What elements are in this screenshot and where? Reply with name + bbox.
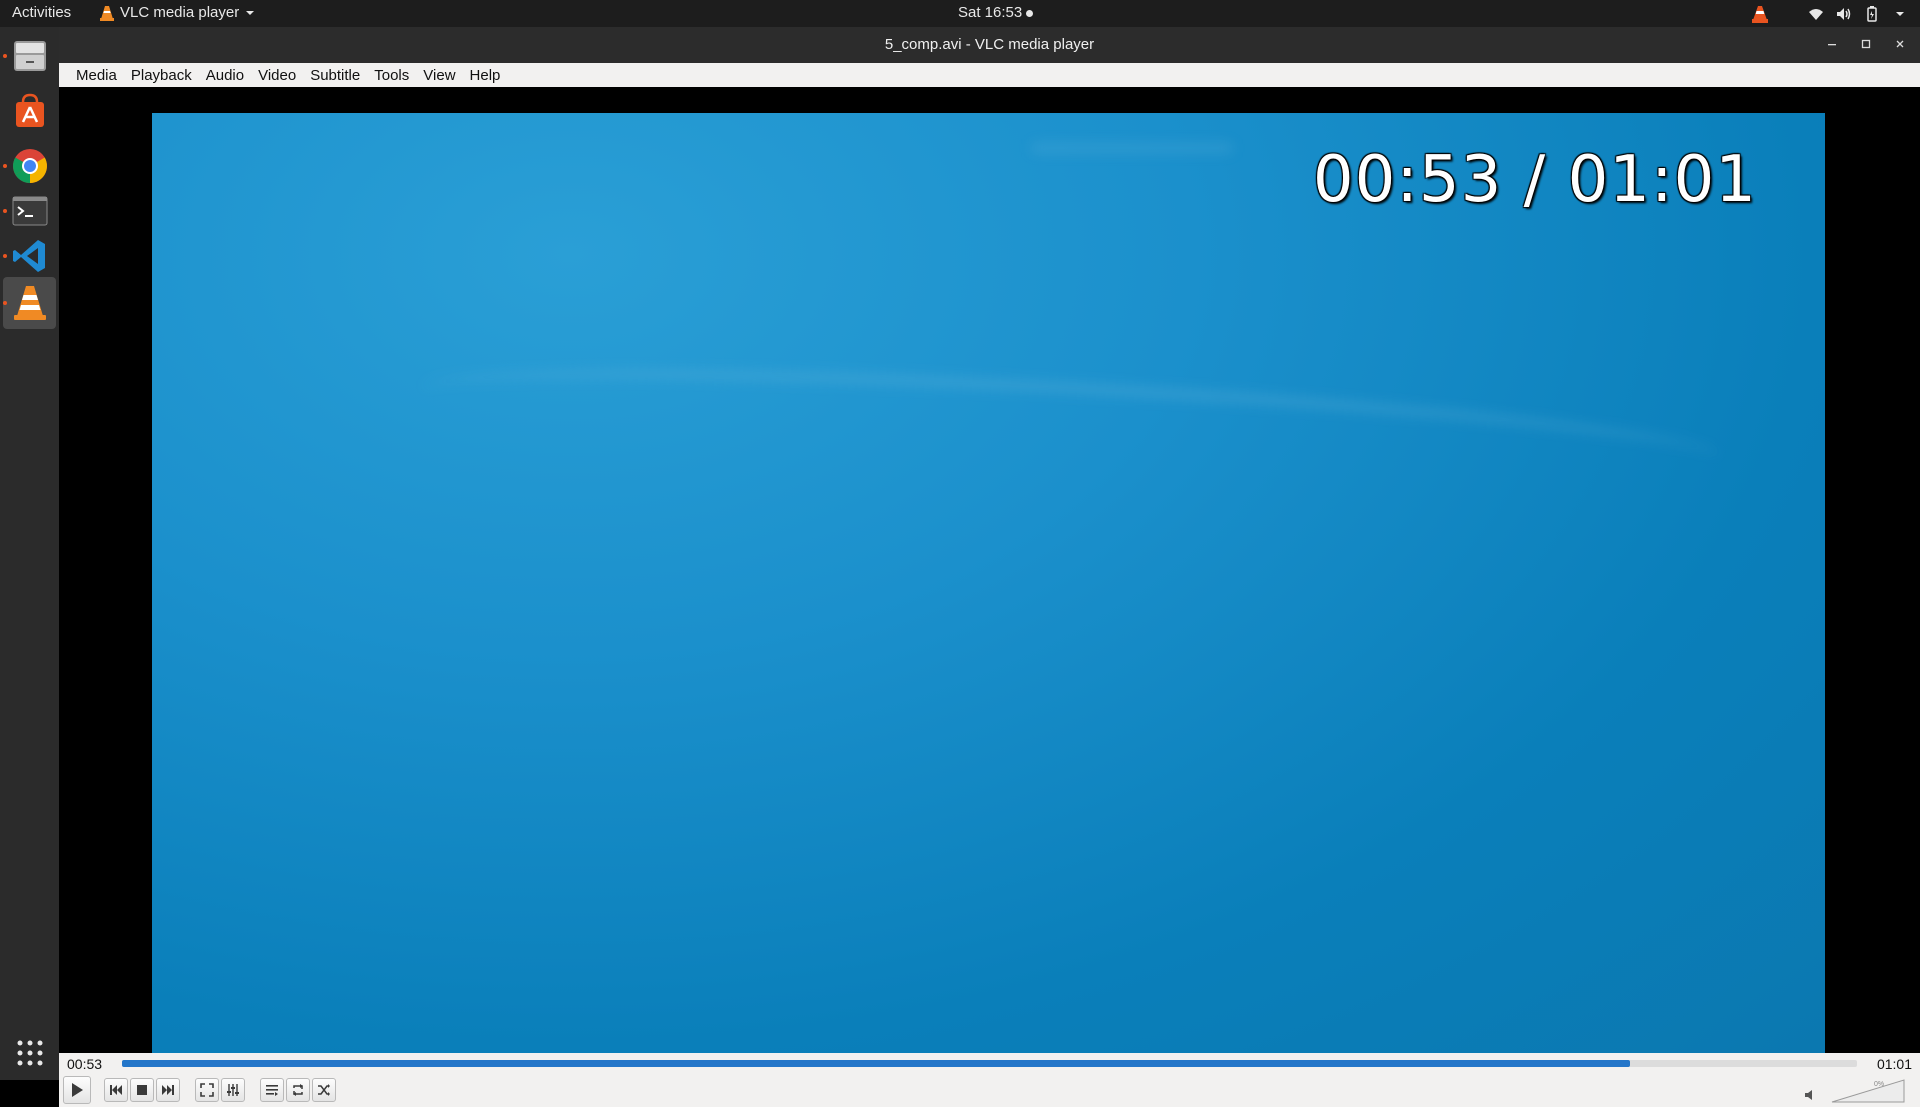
- vlc-window: 5_comp.avi - VLC media player Media Play…: [59, 27, 1920, 1107]
- menu-bar: Media Playback Audio Video Subtitle Tool…: [59, 63, 1920, 87]
- menu-audio[interactable]: Audio: [199, 67, 251, 84]
- top-bar: Activities VLC media player Sat 16:53: [0, 0, 1920, 27]
- vlc-tray-icon[interactable]: [1752, 5, 1768, 23]
- seek-slider[interactable]: [122, 1060, 1857, 1067]
- elapsed-time[interactable]: 00:53: [67, 1056, 102, 1072]
- title-bar[interactable]: 5_comp.avi - VLC media player: [59, 27, 1920, 63]
- running-indicator: [3, 209, 7, 213]
- clock-label: Sat 16:53: [958, 4, 1023, 21]
- loop-icon: [293, 1084, 303, 1096]
- chevron-down-icon: [246, 10, 255, 15]
- volume-icon[interactable]: [1836, 6, 1852, 22]
- dock-item-files[interactable]: [3, 30, 56, 82]
- app-menu[interactable]: VLC media player: [100, 4, 255, 21]
- minimize-button[interactable]: [1822, 33, 1842, 55]
- menu-subtitle[interactable]: Subtitle: [303, 67, 367, 84]
- maximize-button[interactable]: [1856, 33, 1876, 55]
- shuffle-button[interactable]: [312, 1078, 336, 1102]
- vlc-cone-icon: [13, 286, 46, 320]
- stop-button[interactable]: [130, 1078, 154, 1102]
- loop-button[interactable]: [286, 1078, 310, 1102]
- button-row: 0%: [59, 1073, 1920, 1107]
- seek-row: 00:53 01:01: [59, 1053, 1920, 1073]
- previous-button[interactable]: [104, 1078, 128, 1102]
- vscode-icon: [12, 240, 45, 272]
- notification-dot: [1026, 9, 1034, 17]
- minimize-icon: [1828, 44, 1836, 46]
- show-apps-icon: [17, 1040, 42, 1066]
- close-icon: [1896, 40, 1904, 48]
- activities-button[interactable]: Activities: [12, 4, 71, 21]
- volume-track: [1831, 1079, 1905, 1103]
- running-indicator: [3, 164, 7, 168]
- video-streak: [1032, 143, 1232, 153]
- menu-view[interactable]: View: [416, 67, 462, 84]
- clock[interactable]: Sat 16:53: [958, 4, 1034, 21]
- menu-media[interactable]: Media: [69, 67, 124, 84]
- chrome-icon: [12, 149, 47, 183]
- file-cabinet-icon: [13, 41, 46, 71]
- fullscreen-button[interactable]: [195, 1078, 219, 1102]
- dock-item-vscode[interactable]: [3, 230, 56, 282]
- speaker-muted-icon[interactable]: [1804, 1088, 1818, 1102]
- menu-playback[interactable]: Playback: [124, 67, 199, 84]
- play-button[interactable]: [63, 1076, 91, 1104]
- video-frame: 00:53 / 01:01: [152, 113, 1825, 1053]
- menu-video[interactable]: Video: [251, 67, 303, 84]
- seek-progress: [122, 1060, 1630, 1067]
- extended-settings-button[interactable]: [221, 1078, 245, 1102]
- software-bag-icon: [15, 93, 44, 127]
- menu-tools[interactable]: Tools: [367, 67, 416, 84]
- equalizer-icon: [227, 1084, 239, 1096]
- dock: [0, 27, 59, 1080]
- video-area[interactable]: 00:53 / 01:01: [59, 87, 1920, 1053]
- wifi-icon[interactable]: [1808, 6, 1824, 22]
- osd-time-display: 00:53 / 01:01: [1312, 143, 1757, 217]
- dock-item-vlc[interactable]: [3, 277, 56, 329]
- skip-next-icon: [162, 1085, 174, 1095]
- app-menu-label: VLC media player: [120, 4, 240, 21]
- fullscreen-icon: [200, 1083, 214, 1097]
- running-indicator: [3, 301, 7, 305]
- playlist-icon: [266, 1085, 278, 1096]
- maximize-icon: [1861, 39, 1871, 49]
- system-tray[interactable]: [1752, 2, 1908, 25]
- volume-slider[interactable]: 0%: [1830, 1078, 1906, 1104]
- running-indicator: [3, 254, 7, 258]
- dock-item-ubuntu-software[interactable]: [3, 85, 56, 137]
- terminal-icon: [12, 196, 47, 226]
- dock-show-apps[interactable]: [3, 1027, 56, 1079]
- volume-control[interactable]: 0%: [1804, 1076, 1914, 1106]
- vlc-cone-icon: [100, 5, 114, 21]
- video-streak: [421, 349, 1723, 457]
- close-button[interactable]: [1890, 33, 1910, 55]
- playlist-button[interactable]: [260, 1078, 284, 1102]
- running-indicator: [3, 54, 7, 58]
- skip-previous-icon: [110, 1085, 122, 1095]
- total-time[interactable]: 01:01: [1877, 1056, 1912, 1072]
- control-bar: 00:53 01:01 0%: [59, 1053, 1920, 1107]
- play-icon: [72, 1083, 83, 1097]
- battery-icon[interactable]: [1864, 5, 1880, 22]
- stop-icon: [137, 1085, 147, 1095]
- volume-label: 0%: [1874, 1081, 1884, 1088]
- shuffle-icon: [318, 1084, 330, 1096]
- window-title: 5_comp.avi - VLC media player: [884, 36, 1095, 53]
- next-button[interactable]: [156, 1078, 180, 1102]
- menu-help[interactable]: Help: [463, 67, 508, 84]
- chevron-down-icon[interactable]: [1892, 6, 1908, 22]
